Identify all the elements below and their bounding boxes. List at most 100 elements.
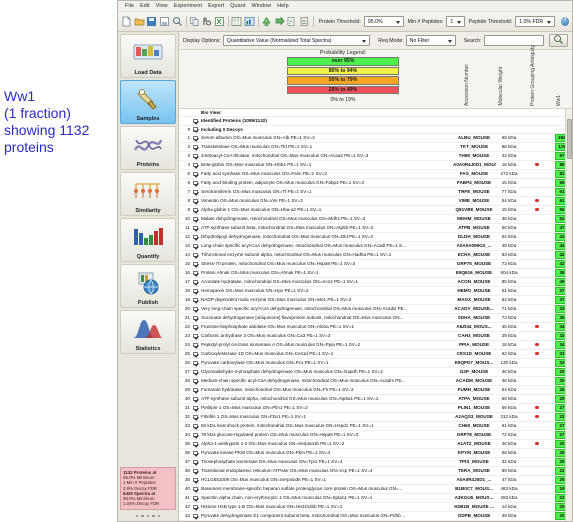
- table-view-icon[interactable]: [231, 15, 243, 28]
- table-row[interactable]: 16 Protein Ahnak OS=Mus musculus GN=Ahnak…: [179, 268, 572, 279]
- table-row[interactable]: 17 Aconitate hydratase, mitochondrial OS=…: [179, 277, 572, 288]
- row-checkbox[interactable]: [191, 223, 200, 234]
- row-checkbox[interactable]: [191, 493, 200, 504]
- column-header-accession-number[interactable]: Accession Number: [464, 64, 470, 106]
- row-checkbox[interactable]: [191, 187, 200, 198]
- table-row[interactable]: 30 ATP synthase subunit alpha, mitochondr…: [179, 394, 572, 405]
- row-checkbox[interactable]: [191, 151, 200, 162]
- table-row[interactable]: 9 Alpha globin 1 OS=Mus musculus GN=Hba-a…: [179, 205, 572, 216]
- table-row[interactable]: 23 Carbonic anhydrase 3 OS=Mus musculus G…: [179, 331, 572, 342]
- table-row[interactable]: 37 Triosephosphate isomerase OS=Mus muscu…: [179, 457, 572, 468]
- row-checkbox[interactable]: [191, 403, 200, 414]
- protein-table-container[interactable]: Bio View: Identified Proteins (1089/1132…: [179, 108, 572, 521]
- column-header-grouping-ambiguity[interactable]: Protein Grouping Ambiguity: [530, 45, 536, 106]
- table-row[interactable]: 13 Long-chain specific acyl-CoA dehydroge…: [179, 241, 572, 252]
- copy-icon[interactable]: [189, 15, 201, 28]
- row-checkbox[interactable]: [191, 475, 200, 486]
- sidebar-item-quantify[interactable]: Quantify: [120, 218, 176, 262]
- row-checkbox[interactable]: [191, 349, 200, 360]
- row-checkbox[interactable]: [191, 322, 200, 333]
- vertical-scrollbar[interactable]: [565, 109, 572, 521]
- table-row[interactable]: 36 Pyruvate kinase PKM OS=Mus musculus GN…: [179, 448, 572, 459]
- menu-item-view[interactable]: View: [153, 3, 171, 9]
- table-row[interactable]: 22 Fructose-bisphosphate aldolase OS=Mus …: [179, 322, 572, 333]
- save-icon[interactable]: [146, 15, 158, 28]
- find-icon[interactable]: [201, 15, 213, 28]
- column-header-molecular-weight[interactable]: Molecular Weight: [498, 67, 504, 106]
- row-checkbox[interactable]: [191, 232, 200, 243]
- row-checkbox[interactable]: [191, 286, 200, 297]
- row-checkbox[interactable]: [191, 304, 200, 315]
- right-arrow-icon[interactable]: [273, 15, 285, 28]
- table-row[interactable]: 14 Trifunctional enzyme subunit alpha, mi…: [179, 250, 572, 261]
- table-row[interactable]: 40 Basement membrane-specific heparan sul…: [179, 484, 572, 495]
- row-checkbox[interactable]: [191, 340, 200, 351]
- table-row[interactable]: 27 Glyceraldehyde-3-phosphate dehydrogena…: [179, 367, 572, 378]
- table-row[interactable]: 19 NADP-dependent malic enzyme OS=Mus mus…: [179, 295, 572, 306]
- table-row[interactable]: 20 Very long-chain specific acyl-CoA dehy…: [179, 304, 572, 315]
- table-row[interactable]: 25 Carboxylesterase 1D OS=Mus musculus GN…: [179, 349, 572, 360]
- menu-item-file[interactable]: File: [122, 3, 137, 9]
- table-row[interactable]: 24 Peptidyl-prolyl cis-trans isomerase A …: [179, 340, 572, 351]
- sidebar-item-samples[interactable]: Samples: [120, 80, 176, 124]
- open-folder-icon[interactable]: [134, 15, 146, 28]
- row-checkbox[interactable]: [191, 385, 200, 396]
- row-checkbox[interactable]: [191, 196, 200, 207]
- table-row[interactable]: 11 ATP synthase subunit beta, mitochondri…: [179, 223, 572, 234]
- row-checkbox[interactable]: [191, 178, 200, 189]
- table-row[interactable]: 39 HCLG551009 OS=Mus musculus GN=Serpina3…: [179, 475, 572, 486]
- pagination-dots[interactable]: [120, 512, 176, 522]
- row-checkbox[interactable]: [191, 331, 200, 342]
- sidebar-item-load-data[interactable]: Load Data: [120, 34, 176, 78]
- table-row[interactable]: 5 Fatty acid synthase OS=Mus musculus GN=…: [179, 169, 572, 180]
- row-checkbox[interactable]: [191, 367, 200, 378]
- up-arrow-icon[interactable]: [261, 15, 273, 28]
- table-row[interactable]: 34 78 kDa glucose-regulated protein OS=Mu…: [179, 430, 572, 441]
- table-row[interactable]: 18 Hemopexin OS=Mus musculus GN=Hpx PE=1 …: [179, 286, 572, 297]
- row-checkbox[interactable]: [191, 376, 200, 387]
- table-row[interactable]: 2 Transketolase OS=Mus musculus GN=Tkt PE…: [179, 142, 572, 153]
- table-row[interactable]: 28 Medium-chain specific acyl-CoA dehydro…: [179, 376, 572, 387]
- row-checkbox[interactable]: [191, 133, 200, 144]
- peptide-threshold-select[interactable]: 1.0% FDR: [515, 16, 555, 27]
- table-row[interactable]: 31 Perilipin-1 OS=Mus musculus GN=Plin1 P…: [179, 403, 572, 414]
- row-checkbox[interactable]: [191, 313, 200, 324]
- sidebar-item-publish[interactable]: Publish: [120, 264, 176, 308]
- row-checkbox[interactable]: [191, 277, 200, 288]
- save-as-icon[interactable]: [159, 15, 171, 28]
- row-checkbox[interactable]: [191, 394, 200, 405]
- table-row[interactable]: 3 3-ketoacyl-CoA thiolase, mitochondrial …: [179, 151, 572, 162]
- req-mode-select[interactable]: No Filter: [405, 35, 456, 46]
- table-row[interactable]: 6 Fatty acid-binding protein, adipocyte O…: [179, 178, 572, 189]
- row-checkbox[interactable]: [191, 511, 200, 521]
- row-checkbox[interactable]: [191, 502, 200, 513]
- search-input[interactable]: [483, 35, 545, 46]
- table-row[interactable]: 8 Vimentin OS=Mus musculus GN=Vim PE=1 SV…: [179, 196, 572, 207]
- table-row[interactable]: 26 Pyruvate carboxylase OS=Mus musculus G…: [179, 358, 572, 369]
- protein-threshold-select[interactable]: 95.0%: [363, 16, 404, 27]
- min-peptides-select[interactable]: 1: [446, 16, 465, 27]
- menu-item-export[interactable]: Export: [205, 3, 227, 9]
- table-row[interactable]: 42 Histone H2B type 1-B OS=Mus musculus G…: [179, 502, 572, 513]
- table-row[interactable]: 4 Beta-globin OS=Mus musculus GN=Hbb1 PE=…: [179, 160, 572, 171]
- table-row[interactable]: 7 Serotransferrin OS=Mus musculus GN=Tf P…: [179, 187, 572, 198]
- export-excel-icon[interactable]: [214, 15, 226, 28]
- identified-chk[interactable]: [191, 116, 200, 126]
- scrollbar-thumb[interactable]: [567, 119, 572, 159]
- row-checkbox[interactable]: [191, 430, 200, 441]
- bar-report-icon[interactable]: [298, 15, 310, 28]
- row-checkbox[interactable]: [191, 358, 200, 369]
- menu-item-quant[interactable]: Quant: [227, 3, 248, 9]
- zoom-search-icon[interactable]: [171, 15, 183, 28]
- table-row[interactable]: 38 Transitional endoplasmic reticulum ATP…: [179, 466, 572, 477]
- table-row[interactable]: 29 Fumarate hydratase, mitochondrial OS=M…: [179, 385, 572, 396]
- menu-item-edit[interactable]: Edit: [137, 3, 153, 9]
- row-checkbox[interactable]: [191, 259, 200, 270]
- row-checkbox[interactable]: [191, 448, 200, 459]
- row-checkbox[interactable]: [191, 412, 200, 423]
- row-checkbox[interactable]: [191, 421, 200, 432]
- row-checkbox[interactable]: [191, 241, 200, 252]
- table-row[interactable]: 10 Malate dehydrogenase, mitochondrial OS…: [179, 214, 572, 225]
- column-header-sample-ww1[interactable]: Ww1: [556, 95, 562, 106]
- row-checkbox[interactable]: [191, 295, 200, 306]
